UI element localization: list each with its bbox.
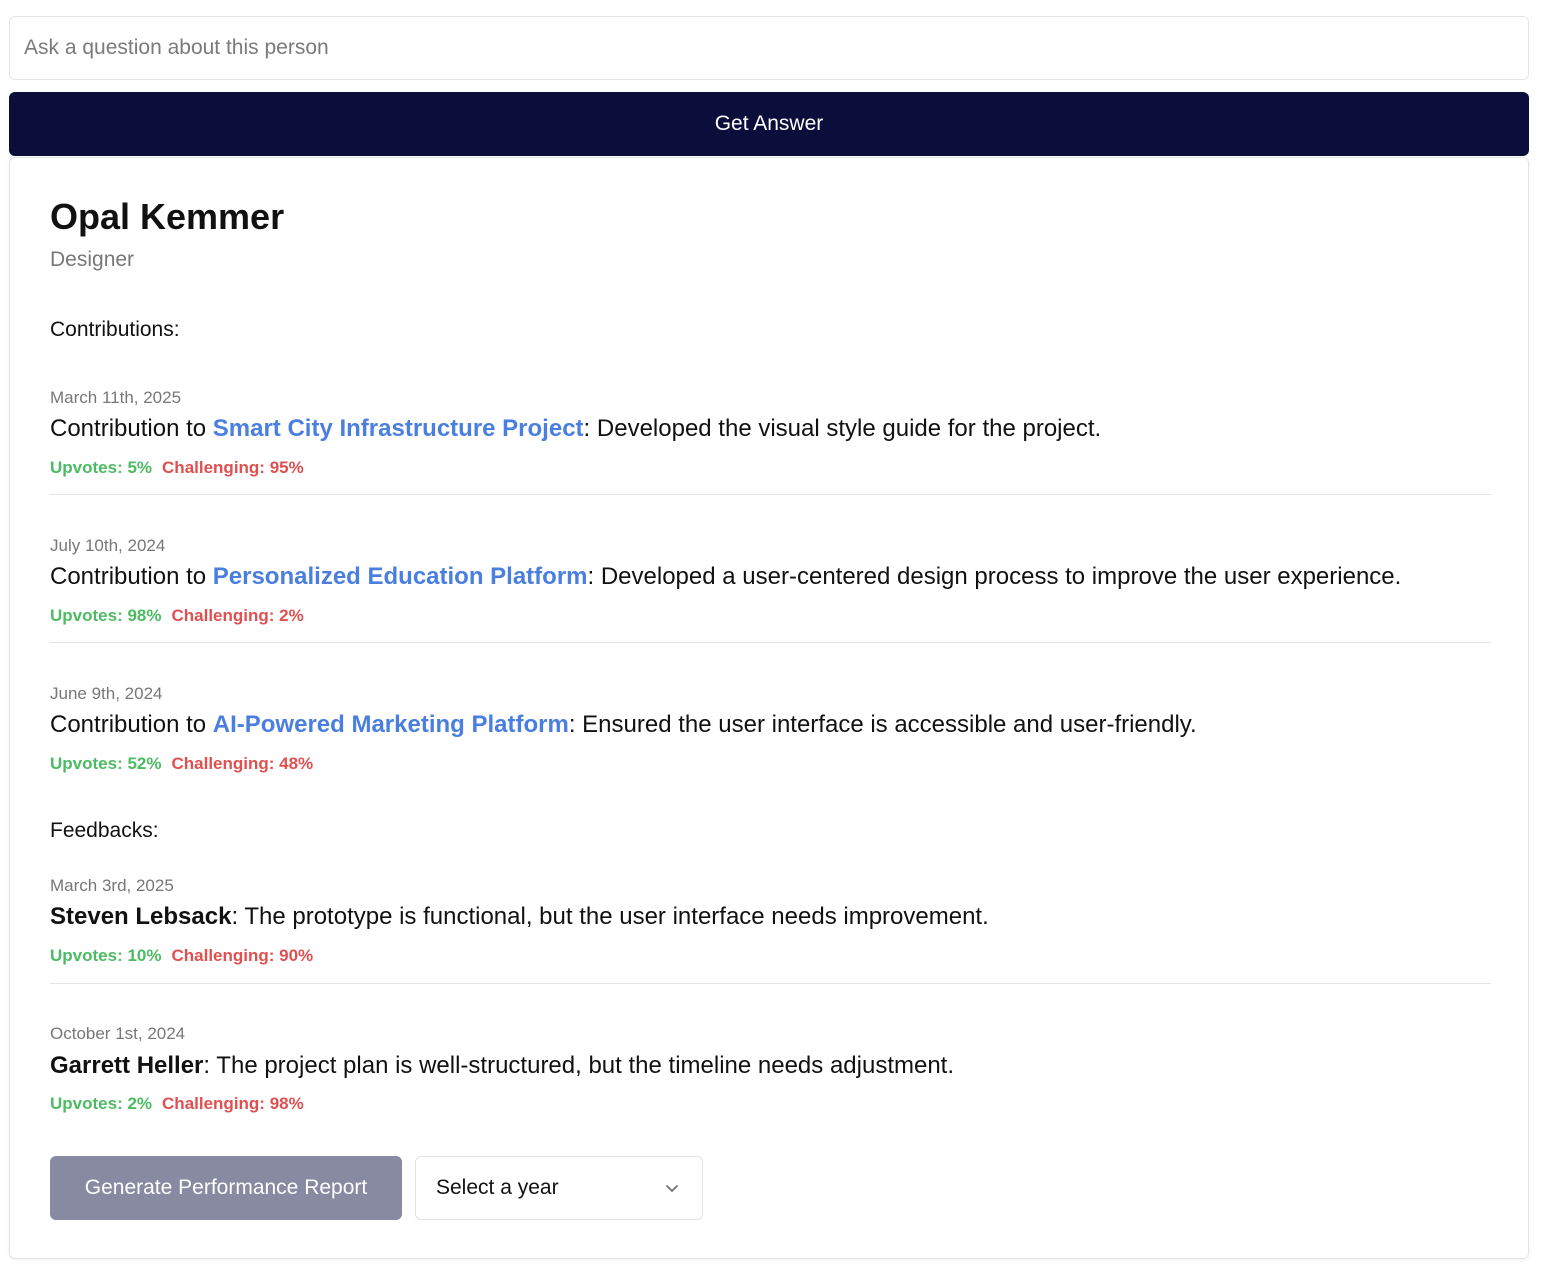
contribution-date: July 10th, 2024	[50, 536, 166, 555]
year-select[interactable]: Select a year	[415, 1156, 703, 1220]
feedback-author: Garrett Heller	[50, 1052, 204, 1079]
feedback-votes: Upvotes: 2% Challenging: 98%	[50, 1094, 304, 1114]
challenging-label: Challenging: 95%	[162, 458, 304, 477]
upvotes-label: Upvotes: 98%	[50, 606, 162, 625]
person-card: Opal Kemmer Designer Contributions: Marc…	[9, 157, 1529, 1259]
challenging-label: Challenging: 98%	[162, 1094, 304, 1113]
divider	[50, 494, 1491, 495]
question-input[interactable]	[9, 16, 1529, 80]
contribution-votes: Upvotes: 5% Challenging: 95%	[50, 458, 304, 478]
project-link[interactable]: Personalized Education Platform	[213, 563, 588, 590]
contributions-heading: Contributions:	[50, 318, 180, 341]
upvotes-label: Upvotes: 5%	[50, 458, 153, 477]
feedback-comment: : The prototype is functional, but the u…	[231, 903, 989, 930]
contribution-date: June 9th, 2024	[50, 684, 163, 703]
contribution-prefix: Contribution to	[50, 415, 213, 442]
challenging-label: Challenging: 90%	[171, 946, 314, 965]
feedback-text: Steven Lebsack: The prototype is functio…	[50, 903, 989, 931]
year-select-value: Select a year	[436, 1176, 559, 1199]
person-name: Opal Kemmer	[50, 196, 285, 237]
contribution-text: Contribution to Personalized Education P…	[50, 563, 1401, 591]
contribution-votes: Upvotes: 98% Challenging: 2%	[50, 606, 304, 626]
upvotes-label: Upvotes: 52%	[50, 754, 162, 773]
challenging-label: Challenging: 2%	[171, 606, 304, 625]
feedback-text: Garrett Heller: The project plan is well…	[50, 1052, 954, 1080]
contribution-description: : Developed the visual style guide for t…	[583, 415, 1102, 442]
project-link[interactable]: Smart City Infrastructure Project	[213, 415, 584, 442]
divider	[50, 983, 1491, 984]
contribution-votes: Upvotes: 52% Challenging: 48%	[50, 754, 313, 774]
contribution-description: : Developed a user-centered design proce…	[587, 563, 1402, 590]
upvotes-label: Upvotes: 2%	[50, 1094, 153, 1113]
contribution-date: March 11th, 2025	[50, 388, 182, 407]
feedbacks-heading: Feedbacks:	[50, 819, 159, 842]
get-answer-button[interactable]: Get Answer	[9, 92, 1529, 156]
contribution-text: Contribution to Smart City Infrastructur…	[50, 415, 1101, 443]
contribution-prefix: Contribution to	[50, 563, 213, 590]
divider	[50, 642, 1491, 643]
contribution-prefix: Contribution to	[50, 711, 213, 738]
feedback-votes: Upvotes: 10% Challenging: 90%	[50, 946, 313, 966]
contribution-text: Contribution to AI-Powered Marketing Pla…	[50, 711, 1197, 739]
challenging-label: Challenging: 48%	[171, 754, 314, 773]
person-page: Get Answer Opal Kemmer Designer Contribu…	[0, 0, 1548, 1274]
contribution-description: : Ensured the user interface is accessib…	[568, 711, 1197, 738]
feedback-date: October 1st, 2024	[50, 1024, 186, 1043]
feedback-date: March 3rd, 2025	[50, 876, 174, 895]
feedback-author: Steven Lebsack	[50, 903, 232, 930]
feedback-comment: : The project plan is well-structured, b…	[203, 1052, 955, 1079]
project-link[interactable]: AI-Powered Marketing Platform	[213, 711, 569, 738]
generate-report-button[interactable]: Generate Performance Report	[50, 1156, 402, 1220]
person-role: Designer	[50, 248, 135, 271]
chevron-down-icon	[666, 1185, 678, 1192]
upvotes-label: Upvotes: 10%	[50, 946, 162, 965]
